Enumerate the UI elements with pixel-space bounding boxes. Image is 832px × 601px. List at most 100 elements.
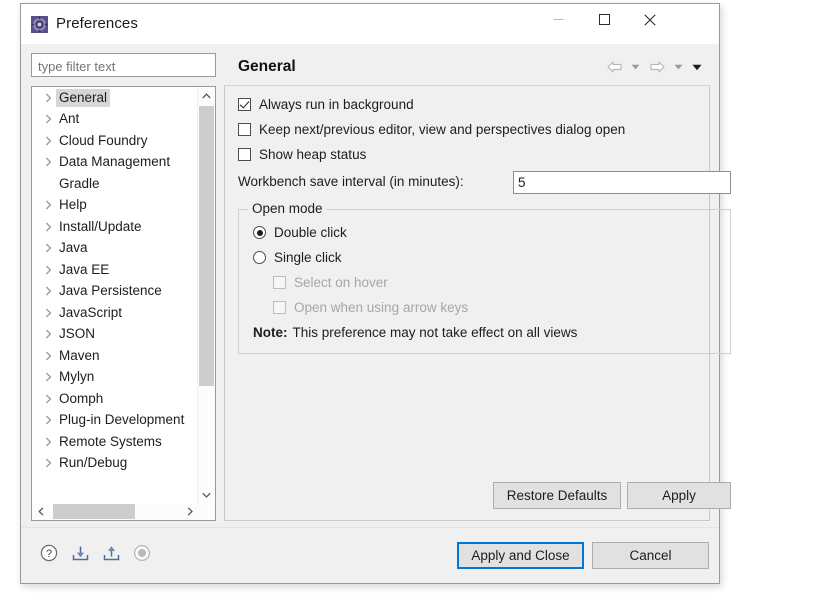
scroll-down-icon[interactable] [198,486,215,503]
restore-defaults-button[interactable]: Restore Defaults [493,482,621,509]
tree-item-maven[interactable]: Maven [32,345,197,367]
chevron-right-icon[interactable] [40,415,56,425]
filter-field-container[interactable] [31,53,216,77]
minimize-icon[interactable] [535,4,581,35]
horizontal-scroll-thumb[interactable] [53,504,135,519]
tree-item-label: Java EE [59,261,110,277]
checkbox-keep-next-previous-editor[interactable]: Keep next/previous editor, view and pers… [238,122,625,137]
tree-item-java[interactable]: Java [32,238,197,260]
tree-item-install-update[interactable]: Install/Update [32,216,197,238]
back-arrow-icon[interactable] [603,57,625,77]
chevron-right-icon[interactable] [40,458,56,468]
chevron-right-icon[interactable] [40,265,56,275]
export-icon[interactable] [100,542,122,564]
preference-tree: General Ant Cloud Foundry Data Management Gr… [31,86,216,521]
checkbox-open-when-using-arrow-keys: Open when using arrow keys [273,300,468,315]
chevron-right-icon[interactable] [40,394,56,404]
chevron-right-icon[interactable] [40,351,56,361]
tree-item-run-debug[interactable]: Run/Debug [32,453,197,475]
cancel-button[interactable]: Cancel [592,542,709,569]
apply-button[interactable]: Apply [627,482,731,509]
scrollbar-corner [198,503,215,520]
chevron-right-icon[interactable] [40,437,56,447]
tree-item-label: JSON [59,326,96,342]
preferences-gear-icon [30,15,49,34]
tree-item-data-management[interactable]: Data Management [32,152,197,174]
tree-item-mylyn[interactable]: Mylyn [32,367,197,389]
filter-input[interactable] [36,56,212,76]
apply-and-close-button[interactable]: Apply and Close [457,542,584,569]
footer-icon-group: ? [38,542,153,564]
chevron-right-icon[interactable] [40,329,56,339]
checkbox-box[interactable] [238,148,251,161]
tree-item-cloud-foundry[interactable]: Cloud Foundry [32,130,197,152]
page-title: General [238,58,296,75]
help-question-icon[interactable]: ? [38,542,60,564]
tree-item-label: JavaScript [59,304,123,320]
restore-defaults-label: Restore Defaults [506,488,608,503]
chevron-right-icon[interactable] [40,308,56,318]
tree-item-remote-systems[interactable]: Remote Systems [32,431,197,453]
maximize-icon[interactable] [581,4,627,35]
checkbox-always-run-in-background[interactable]: Always run in background [238,97,414,112]
import-icon[interactable] [69,542,91,564]
tree-item-java-persistence[interactable]: Java Persistence [32,281,197,303]
tree-item-plug-in-development[interactable]: Plug-in Development [32,410,197,432]
checkbox-show-heap-status[interactable]: Show heap status [238,147,366,162]
chevron-right-icon[interactable] [40,157,56,167]
chevron-right-icon[interactable] [40,136,56,146]
screen: Preferences Genera [0,0,832,601]
radio-label: Double click [274,225,347,240]
tree-item-ant[interactable]: Ant [32,109,197,131]
checkbox-label: Show heap status [259,147,367,162]
scroll-right-icon[interactable] [181,503,198,520]
forward-arrow-icon[interactable] [646,57,668,77]
radio-double-click[interactable]: Double click [253,225,347,240]
tree-item-gradle[interactable]: Gradle [32,173,197,195]
vertical-scroll-thumb[interactable] [199,106,214,386]
back-history-chevron-down-icon[interactable] [628,57,643,77]
tree-item-javascript[interactable]: JavaScript [32,302,197,324]
save-interval-label-text: Workbench save interval (in minutes): [238,174,464,189]
tree-item-label: Plug-in Development [59,412,185,428]
tree-item-label: Data Management [59,154,171,170]
tree-item-json[interactable]: JSON [32,324,197,346]
chevron-right-icon[interactable] [40,114,56,124]
forward-history-chevron-down-icon[interactable] [671,57,686,77]
checkbox-label: Select on hover [294,275,388,290]
chevron-right-icon[interactable] [40,222,56,232]
open-mode-note: Note: This preference may not take effec… [253,325,577,340]
view-menu-chevron-down-icon[interactable] [689,57,704,77]
tree-item-label: Java [59,240,88,256]
tree-item-oomph[interactable]: Oomph [32,388,197,410]
chevron-right-icon[interactable] [40,243,56,253]
chevron-right-icon[interactable] [40,372,56,382]
tree-item-label: Mylyn [59,369,95,385]
tree-item-help[interactable]: Help [32,195,197,217]
open-mode-group: Open mode Double click Single click Sele… [238,201,731,354]
tree-item-java-ee[interactable]: Java EE [32,259,197,281]
tree-horizontal-scrollbar[interactable] [32,503,198,520]
radio-button[interactable] [253,226,266,239]
chevron-right-icon[interactable] [40,93,56,103]
tree-item-label: Run/Debug [59,455,128,471]
radio-single-click[interactable]: Single click [253,250,342,265]
tree-item-label: Cloud Foundry [59,132,148,148]
close-icon[interactable] [627,4,673,35]
tree-item-label: General [56,88,111,107]
radio-label: Single click [274,250,342,265]
chevron-right-icon[interactable] [40,286,56,296]
workbench-save-interval-input[interactable] [513,171,731,194]
scroll-left-icon[interactable] [32,503,49,520]
window-title: Preferences [56,15,138,32]
tree-item-label: Install/Update [59,218,142,234]
chevron-right-icon[interactable] [40,200,56,210]
checkbox-box[interactable] [238,123,251,136]
tree-item-label: Ant [59,111,80,127]
note-text: This preference may not take effect on a… [292,325,578,340]
checkbox-box[interactable] [238,98,251,111]
radio-button[interactable] [253,251,266,264]
scroll-up-icon[interactable] [198,87,215,104]
tree-item-general[interactable]: General [32,87,197,109]
tree-vertical-scrollbar[interactable] [197,87,215,503]
